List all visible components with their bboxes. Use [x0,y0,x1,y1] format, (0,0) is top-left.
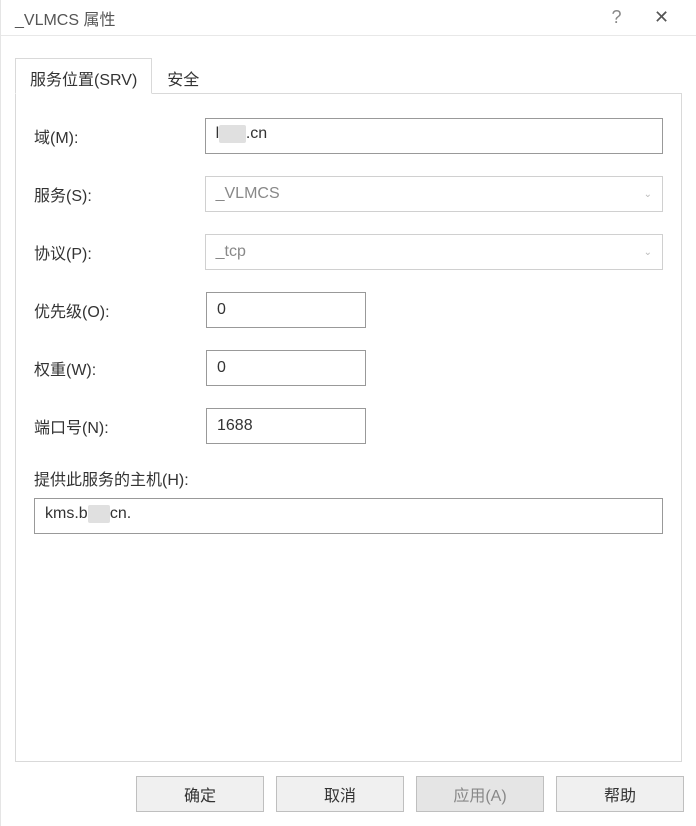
row-domain: 域(M): l .cn [34,118,663,154]
ok-button[interactable]: 确定 [136,776,264,812]
domain-value-suffix: .cn [246,125,267,142]
label-service: 服务(S): [34,182,205,206]
titlebar: _VLMCS 属性 ? ✕ [1,0,696,36]
row-weight: 权重(W): [34,350,663,386]
label-priority: 优先级(O): [34,298,206,322]
row-host: 提供此服务的主机(H): kms.b cn. [34,466,663,534]
domain-redacted [219,125,246,143]
host-field[interactable]: kms.b cn. [34,498,663,534]
host-value-prefix: kms.b [45,505,88,522]
label-protocol: 协议(P): [34,240,205,264]
row-service: 服务(S): _VLMCS ⌄ [34,176,663,212]
cancel-button[interactable]: 取消 [276,776,404,812]
tab-srv[interactable]: 服务位置(SRV) [15,58,152,94]
weight-field[interactable] [206,350,366,386]
protocol-value: _tcp [216,243,246,261]
label-weight: 权重(W): [34,356,206,380]
chevron-down-icon: ⌄ [644,247,652,258]
label-port: 端口号(N): [34,414,206,438]
apply-button[interactable]: 应用(A) [416,776,544,812]
content-area: 服务位置(SRV) 安全 域(M): l .cn 服务(S): _VLMCS ⌄… [1,36,696,762]
service-combo[interactable]: _VLMCS ⌄ [205,176,663,212]
domain-field[interactable]: l .cn [205,118,663,154]
protocol-combo[interactable]: _tcp ⌄ [205,234,663,270]
help-button[interactable]: 帮助 [556,776,684,812]
label-host: 提供此服务的主机(H): [34,466,663,490]
help-icon[interactable]: ? [594,7,639,28]
host-redacted [88,505,110,523]
window-title: _VLMCS 属性 [13,6,594,30]
row-protocol: 协议(P): _tcp ⌄ [34,234,663,270]
port-field[interactable] [206,408,366,444]
row-port: 端口号(N): [34,408,663,444]
tab-security[interactable]: 安全 [152,58,214,93]
row-priority: 优先级(O): [34,292,663,328]
host-value-suffix: cn. [110,505,131,522]
properties-dialog: _VLMCS 属性 ? ✕ 服务位置(SRV) 安全 域(M): l .cn 服… [0,0,696,826]
tab-strip: 服务位置(SRV) 安全 [15,58,682,94]
close-icon[interactable]: ✕ [639,7,684,28]
chevron-down-icon: ⌄ [644,189,652,200]
service-value: _VLMCS [216,185,280,203]
tab-panel-srv: 域(M): l .cn 服务(S): _VLMCS ⌄ 协议(P): _tcp … [15,94,682,762]
button-bar: 确定 取消 应用(A) 帮助 [1,762,696,826]
priority-field[interactable] [206,292,366,328]
label-domain: 域(M): [34,124,205,148]
